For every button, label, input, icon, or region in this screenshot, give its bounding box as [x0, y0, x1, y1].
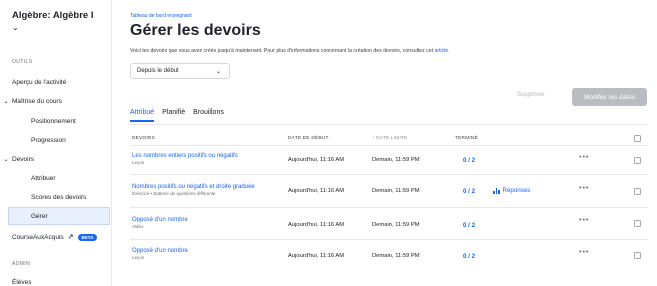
assignment-title-link[interactable]: Opposé d'un nombre — [132, 217, 188, 223]
sidebar-item-label: Élèves — [12, 278, 32, 286]
row-checkbox[interactable] — [634, 220, 641, 227]
table-header: DEVOIRS DATE DE DÉBUT ↑ DATE LIMITE TERM… — [130, 132, 647, 146]
assignment-type: Exercice • Batterie de questions différe… — [132, 191, 216, 196]
tab-drafts[interactable]: Brouillons — [193, 109, 224, 122]
assignment-tabs: Attribué Planifié Brouillons — [130, 109, 224, 122]
start-date-cell: Aujourd'hui, 11:16 AM — [288, 222, 345, 228]
completed-link[interactable]: 0 / 2 — [463, 157, 475, 164]
chevron-down-icon: ⌄ — [215, 68, 221, 75]
select-all-checkbox[interactable] — [634, 135, 641, 142]
article-link[interactable]: article. — [434, 48, 449, 54]
sidebar-item-assign[interactable]: Attribuer — [0, 170, 110, 186]
table-row: Les nombres entiers positifs ou négatifs… — [130, 147, 647, 175]
due-date-cell: Demain, 11:59 PM — [372, 188, 420, 194]
more-options-icon[interactable]: ••• — [579, 217, 589, 224]
more-options-icon[interactable]: ••• — [579, 249, 589, 256]
responses-label: Réponses — [502, 187, 531, 194]
sidebar-item-label: Gérer — [31, 212, 48, 220]
sidebar-item-mastery[interactable]: ⌄ Maîtrise du cours — [0, 93, 110, 109]
chevron-down-icon: ⌄ — [3, 98, 9, 105]
chevron-down-icon: ⌄ — [3, 156, 9, 163]
start-date-cell: Aujourd'hui, 11:16 AM — [288, 253, 345, 259]
tab-assigned[interactable]: Attribué — [130, 109, 155, 122]
assignment-type: Leçon — [132, 160, 145, 165]
due-date-cell: Demain, 11:59 PM — [372, 253, 420, 259]
assignment-title-link[interactable]: Opposé d'un nombre — [132, 248, 188, 254]
sidebar: Algèbre: Algèbre I ⌄ OUTILS Aperçu de l'… — [0, 0, 112, 286]
start-date-cell: Aujourd'hui, 11:16 AM — [288, 157, 345, 163]
sidebar-item-assignments[interactable]: ⌄ Devoirs — [0, 151, 110, 167]
course-title: Algèbre: Algèbre I — [12, 10, 94, 21]
sidebar-item-label: Devoirs — [12, 155, 35, 163]
date-filter-value: Depuis le début — [137, 68, 179, 74]
assignment-title-link[interactable]: Nombres positifs ou négatifs et droite g… — [132, 184, 255, 190]
edit-dates-button[interactable]: Modifier les dates — [572, 88, 647, 106]
sidebar-item-label: Scores des devoirs — [31, 193, 87, 201]
intro-text: Voici les devoirs que vous avez créés ju… — [130, 48, 450, 54]
tabs-divider — [130, 124, 647, 125]
row-checkbox[interactable] — [634, 157, 641, 164]
sidebar-item-label: CourseAuxAcquis — [12, 233, 64, 241]
date-filter-select[interactable]: Depuis le début ⌄ — [130, 63, 230, 79]
row-checkbox[interactable] — [634, 252, 641, 259]
sidebar-item-overview[interactable]: Aperçu de l'activité — [0, 74, 110, 90]
intro-body: Voici les devoirs que vous avez créés ju… — [130, 48, 434, 54]
sidebar-item-label: Positionnement — [31, 117, 76, 125]
delete-button[interactable]: Supprimer — [517, 92, 545, 98]
table-row: Opposé d'un nombre Leçon Aujourd'hui, 11… — [130, 241, 647, 272]
responses-link[interactable]: Réponses — [493, 187, 530, 194]
assignment-cell: Opposé d'un nombre Leçon — [132, 248, 188, 260]
section-label-admin: ADMIN — [12, 261, 31, 267]
header-due-date[interactable]: ↑ DATE LIMITE — [372, 136, 408, 141]
start-date-cell: Aujourd'hui, 11:16 AM — [288, 188, 345, 194]
sidebar-item-placement[interactable]: Positionnement — [0, 113, 110, 129]
assignment-type: Vidéo — [132, 224, 144, 229]
sidebar-item-label: Progression — [31, 136, 66, 144]
assignment-type: Leçon — [132, 255, 145, 260]
assignment-title-link[interactable]: Les nombres entiers positifs ou négatifs — [132, 153, 238, 159]
sidebar-item-students[interactable]: Élèves — [0, 274, 110, 286]
row-checkbox[interactable] — [634, 188, 641, 195]
course-selector[interactable]: Algèbre: Algèbre I ⌄ — [12, 10, 108, 32]
more-options-icon[interactable]: ••• — [579, 185, 589, 192]
beta-badge: BETA — [77, 233, 98, 241]
sidebar-item-progress[interactable]: Progression — [0, 132, 110, 148]
header-start-date[interactable]: DATE DE DÉBUT — [288, 136, 329, 141]
sidebar-item-label: Maîtrise du cours — [12, 97, 62, 105]
completed-link[interactable]: 0 / 2 — [463, 253, 475, 260]
tab-scheduled[interactable]: Planifié — [162, 109, 185, 122]
sidebar-item-manage[interactable]: Gérer — [8, 207, 110, 225]
main-content: Tableau de bord enseignant Gérer les dev… — [113, 0, 657, 286]
header-completed[interactable]: TERMINÉ — [455, 136, 478, 141]
sidebar-item-label: Attribuer — [31, 174, 56, 182]
due-date-cell: Demain, 11:59 PM — [372, 222, 420, 228]
completed-link[interactable]: 0 / 2 — [463, 222, 475, 229]
page-title: Gérer les devoirs — [130, 22, 261, 39]
bar-chart-icon — [493, 187, 500, 194]
header-assignments[interactable]: DEVOIRS — [132, 136, 155, 141]
section-label-tools: OUTILS — [12, 59, 33, 65]
external-link-icon: ↗ — [67, 234, 74, 241]
sidebar-item-scores[interactable]: Scores des devoirs — [0, 189, 110, 205]
assignment-cell: Opposé d'un nombre Vidéo — [132, 217, 188, 229]
breadcrumb[interactable]: Tableau de bord enseignant — [130, 13, 192, 19]
assignment-cell: Les nombres entiers positifs ou négatifs… — [132, 153, 238, 165]
assignment-cell: Nombres positifs ou négatifs et droite g… — [132, 184, 255, 196]
table-row: Opposé d'un nombre Vidéo Aujourd'hui, 11… — [130, 209, 647, 240]
more-options-icon[interactable]: ••• — [579, 154, 589, 161]
chevron-down-icon: ⌄ — [12, 23, 19, 32]
table-row: Nombres positifs ou négatifs et droite g… — [130, 176, 647, 208]
sidebar-item-label: Aperçu de l'activité — [12, 78, 67, 86]
sidebar-item-course-ace[interactable]: CourseAuxAcquis ↗ BETA — [0, 229, 110, 245]
due-date-cell: Demain, 11:59 PM — [372, 157, 420, 163]
completed-link[interactable]: 0 / 2 — [463, 188, 475, 195]
